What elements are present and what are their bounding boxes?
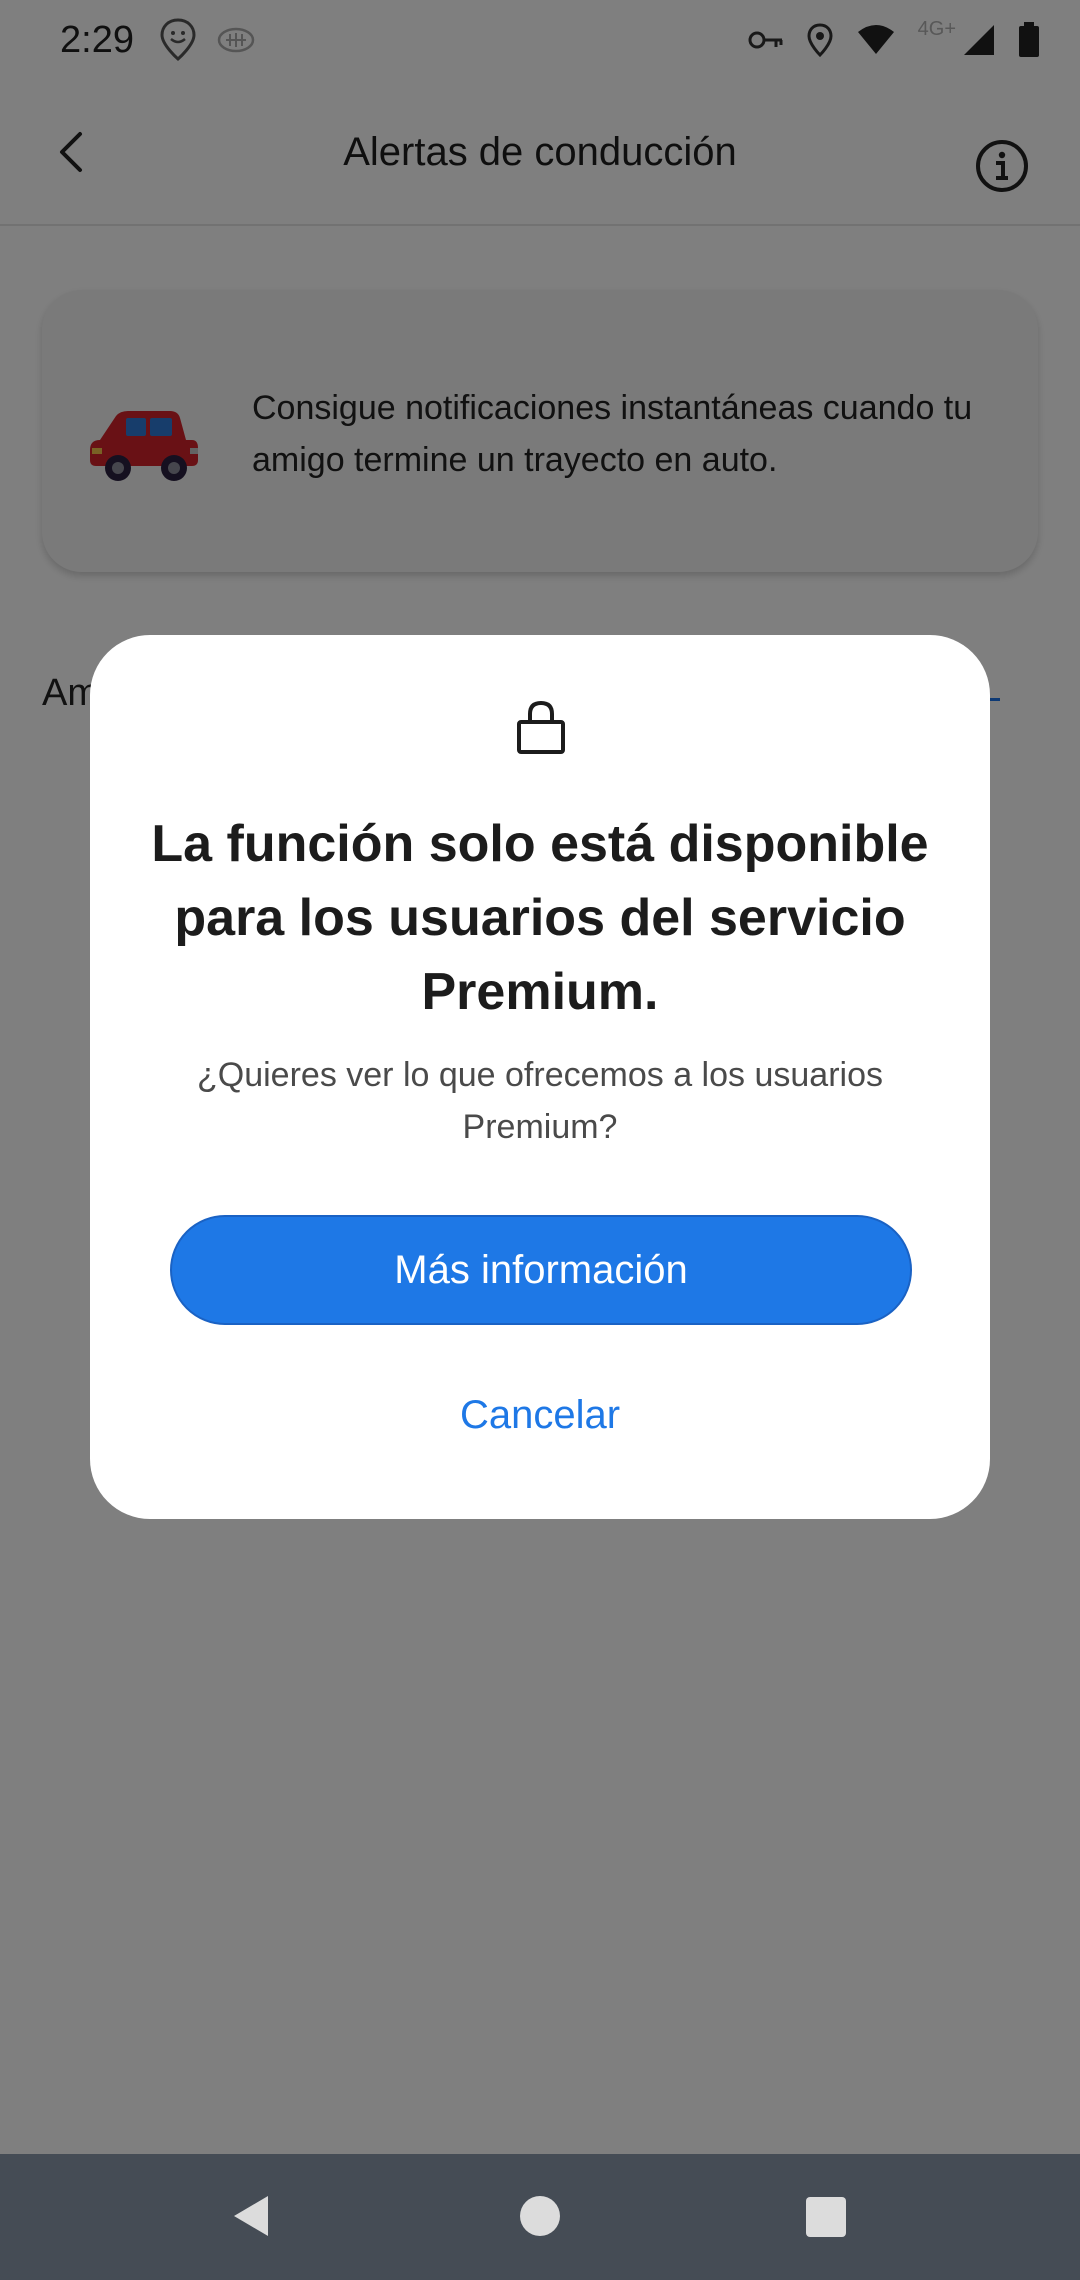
nav-home-icon[interactable] xyxy=(520,2196,560,2236)
more-info-button[interactable]: Más información xyxy=(170,1215,912,1325)
premium-required-dialog: La función solo está disponible para los… xyxy=(90,635,990,1519)
lock-icon xyxy=(517,700,565,754)
system-nav-bar xyxy=(0,2154,1080,2280)
nav-back-icon[interactable] xyxy=(228,2192,272,2240)
nav-recents-icon[interactable] xyxy=(806,2197,846,2237)
dialog-subtitle: ¿Quieres ver lo que ofrecemos a los usua… xyxy=(197,1056,883,1146)
dialog-title: La función solo está disponible para los… xyxy=(151,815,929,1021)
cancel-button[interactable]: Cancelar xyxy=(390,1380,690,1450)
